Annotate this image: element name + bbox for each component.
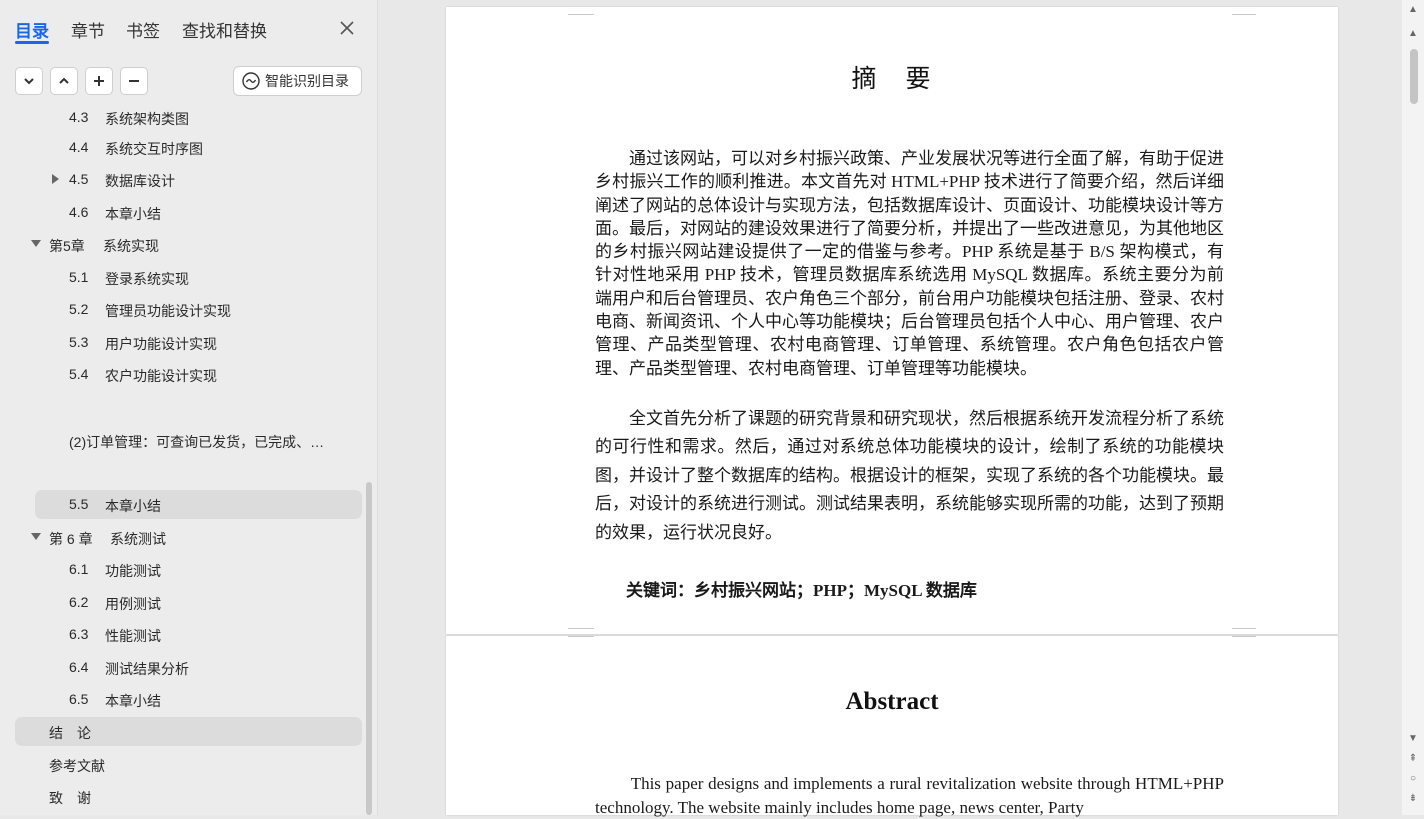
active-tab-indicator <box>15 41 49 44</box>
smart-detect-toc-button[interactable]: 智能识别目录 <box>233 66 362 96</box>
document-scrollbar[interactable]: ▲ ▲ ▼ ⇞ ○ ⇟ <box>1402 0 1424 815</box>
abstract-paragraph-en-1: This paper designs and implements a rura… <box>595 774 1224 817</box>
toc-item-5-5[interactable]: 5.5 本章小结 <box>35 490 362 519</box>
chevron-down-icon <box>24 78 34 85</box>
next-page-icon[interactable]: ⇟ <box>1407 793 1419 805</box>
toc-item-6-4[interactable]: 6.4 测试结果分析 <box>15 653 362 682</box>
scroll-up-icon[interactable]: ▲ <box>1407 28 1419 40</box>
tab-bookmarks[interactable]: 书签 <box>126 17 160 42</box>
ai-icon <box>242 72 260 90</box>
smart-detect-label: 智能识别目录 <box>265 73 349 89</box>
toc-item-4-6[interactable]: 4.6 本章小结 <box>15 198 362 227</box>
document-page-2: Abstract This paper designs and implemen… <box>446 636 1338 817</box>
toc-item-6-1[interactable]: 6.1 功能测试 <box>15 555 362 584</box>
navigation-sidebar: 目录 章节 书签 查找和替换 智能识别目录 4.3 系统架构类图 4.4 系统交… <box>0 0 378 815</box>
toc-item-5-3[interactable]: 5.3 用户功能设计实现 <box>15 328 362 357</box>
tab-find-replace[interactable]: 查找和替换 <box>182 17 267 42</box>
toc-item-4-5[interactable]: 4.5 数据库设计 <box>15 165 362 194</box>
sidebar-tabs: 目录 章节 书签 查找和替换 <box>0 0 377 56</box>
keywords-value: 乡村振兴网站；PHP；MySQL 数据库 <box>694 581 977 600</box>
toc-item-6-5[interactable]: 6.5 本章小结 <box>15 685 362 714</box>
minus-icon <box>129 80 139 82</box>
collapse-up-button[interactable] <box>50 67 78 95</box>
plus-icon <box>94 76 104 86</box>
document-page-1: 摘 要 通过该网站，可以对乡村振兴政策、产业发展状况等进行全面了解，有助于促进乡… <box>446 7 1338 634</box>
toc-item-acknowledgements[interactable]: 致 谢 <box>15 782 362 811</box>
keywords-line: 关键词：乡村振兴网站；PHP；MySQL 数据库 <box>626 576 977 601</box>
abstract-title-cn: 摘 要 <box>851 66 933 93</box>
remove-entry-button[interactable] <box>120 67 148 95</box>
toc-item-conclusion[interactable]: 结 论 <box>15 717 362 746</box>
toc-item-4-3[interactable]: 4.3 系统架构类图 <box>15 106 362 132</box>
toc-item-order-management[interactable]: (2)订单管理：可查询已发货，已完成、… <box>15 426 362 455</box>
expand-arrow-icon[interactable] <box>52 174 59 184</box>
abstract-paragraph-2: 全文首先分析了课题的研究背景和研究现状，然后根据系统开发流程分析了系统的可行性和… <box>595 409 1224 542</box>
sidebar-scrollbar[interactable] <box>366 482 372 815</box>
page-corner-mark <box>568 7 594 15</box>
page-corner-mark <box>1232 7 1256 15</box>
prev-page-icon[interactable]: ⇞ <box>1407 753 1419 765</box>
toc-list: 4.3 系统架构类图 4.4 系统交互时序图 4.5 数据库设计 4.6 本章小… <box>0 106 377 815</box>
scrollbar-thumb[interactable] <box>1410 49 1418 104</box>
tab-toc[interactable]: 目录 <box>15 17 49 42</box>
collapse-arrow-icon[interactable] <box>31 533 41 540</box>
page-select-icon[interactable]: ○ <box>1407 773 1419 785</box>
toc-item-6-2[interactable]: 6.2 用例测试 <box>15 588 362 617</box>
scroll-down-icon[interactable]: ▼ <box>1407 733 1419 745</box>
toc-item-5-4[interactable]: 5.4 农户功能设计实现 <box>15 360 362 389</box>
toc-item-4-4[interactable]: 4.4 系统交互时序图 <box>15 133 362 162</box>
abstract-paragraph-1: 通过该网站，可以对乡村振兴政策、产业发展状况等进行全面了解，有助于促进乡村振兴工… <box>595 149 1224 378</box>
keywords-label: 关键词： <box>626 581 694 600</box>
page-corner-mark <box>568 631 594 637</box>
toc-item-chapter-6[interactable]: 第 6 章 系统测试 <box>15 523 362 552</box>
add-entry-button[interactable] <box>85 67 113 95</box>
abstract-title-en: Abstract <box>845 688 939 715</box>
page-corner-mark <box>1232 631 1256 637</box>
toc-item-5-2[interactable]: 5.2 管理员功能设计实现 <box>15 295 362 324</box>
collapse-down-button[interactable] <box>15 67 43 95</box>
toc-toolbar: 智能识别目录 <box>0 66 377 100</box>
scroll-up-icon[interactable]: ▲ <box>1407 4 1419 16</box>
toc-item-references[interactable]: 参考文献 <box>15 750 362 779</box>
chevron-up-icon <box>59 77 69 84</box>
toc-item-6-3[interactable]: 6.3 性能测试 <box>15 620 362 649</box>
toc-item-chapter-5[interactable]: 第5章 系统实现 <box>15 230 362 259</box>
close-icon[interactable] <box>337 18 357 38</box>
toc-item-5-1[interactable]: 5.1 登录系统实现 <box>15 263 362 292</box>
tab-chapters[interactable]: 章节 <box>71 17 105 42</box>
collapse-arrow-icon[interactable] <box>31 240 41 247</box>
